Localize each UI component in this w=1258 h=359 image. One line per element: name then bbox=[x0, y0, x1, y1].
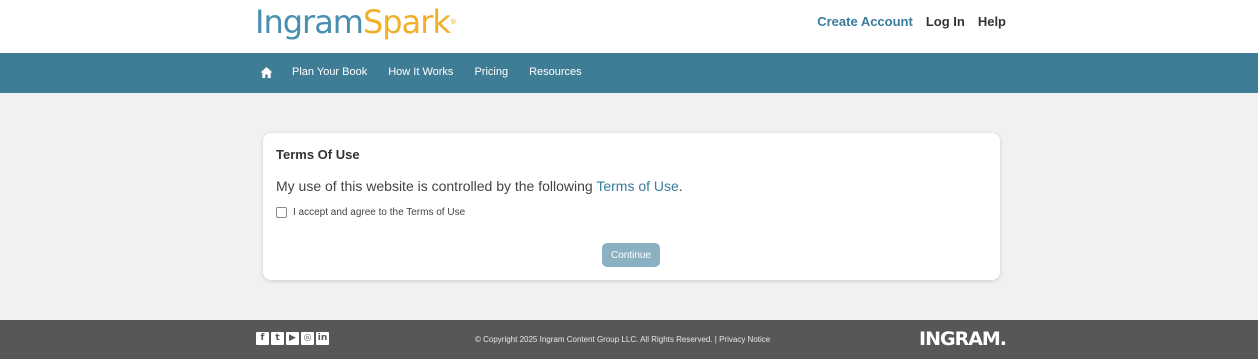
terms-description: My use of this website is controlled by … bbox=[276, 178, 683, 194]
ingram-logo[interactable]: INGRAM. bbox=[919, 328, 1007, 350]
logo-spark-text: Spark bbox=[362, 3, 451, 41]
description-suffix: . bbox=[678, 178, 683, 194]
copyright-text: © Copyright 2025 Ingram Content Group LL… bbox=[475, 335, 770, 344]
ingramspark-logo[interactable]: IngramSpark® bbox=[255, 3, 457, 41]
accept-terms-label[interactable]: I accept and agree to the Terms of Use bbox=[293, 207, 465, 218]
facebook-icon[interactable]: f bbox=[256, 332, 269, 345]
top-header: IngramSpark® Create Account Log In Help bbox=[0, 0, 1258, 53]
create-account-link[interactable]: Create Account bbox=[817, 14, 913, 29]
card-title: Terms Of Use bbox=[276, 147, 360, 162]
logo-ingram-text: Ingram bbox=[255, 3, 364, 41]
account-links: Create Account Log In Help bbox=[817, 14, 1006, 29]
log-in-link[interactable]: Log In bbox=[926, 14, 965, 29]
nav-items: Plan Your Book How It Works Pricing Reso… bbox=[292, 66, 582, 78]
accept-terms-row[interactable]: I accept and agree to the Terms of Use bbox=[276, 207, 465, 218]
terms-of-use-link[interactable]: Terms of Use bbox=[596, 178, 678, 194]
nav-item-pricing[interactable]: Pricing bbox=[474, 66, 508, 78]
social-icons: f t ▶ ◎ in bbox=[256, 332, 329, 345]
description-prefix: My use of this website is controlled by … bbox=[276, 178, 597, 194]
terms-of-use-card: Terms Of Use My use of this website is c… bbox=[263, 133, 1000, 280]
instagram-icon[interactable]: ◎ bbox=[301, 332, 314, 345]
logo-registered-mark: ® bbox=[449, 18, 457, 26]
help-link[interactable]: Help bbox=[978, 14, 1006, 29]
nav-item-plan-your-book[interactable]: Plan Your Book bbox=[292, 66, 367, 78]
nav-item-resources[interactable]: Resources bbox=[529, 66, 582, 78]
linkedin-icon[interactable]: in bbox=[316, 332, 329, 345]
footer: f t ▶ ◎ in © Copyright 2025 Ingram Conte… bbox=[0, 320, 1258, 359]
accept-terms-checkbox[interactable] bbox=[276, 207, 287, 218]
continue-button[interactable]: Continue bbox=[602, 243, 660, 267]
twitter-icon[interactable]: t bbox=[271, 332, 284, 345]
main-nav: Plan Your Book How It Works Pricing Reso… bbox=[0, 53, 1258, 93]
privacy-notice-link[interactable]: Privacy Notice bbox=[719, 335, 770, 344]
nav-item-how-it-works[interactable]: How It Works bbox=[388, 66, 453, 78]
home-icon[interactable] bbox=[260, 66, 273, 79]
copyright-notice: © Copyright 2025 Ingram Content Group LL… bbox=[475, 335, 720, 344]
youtube-icon[interactable]: ▶ bbox=[286, 332, 299, 345]
